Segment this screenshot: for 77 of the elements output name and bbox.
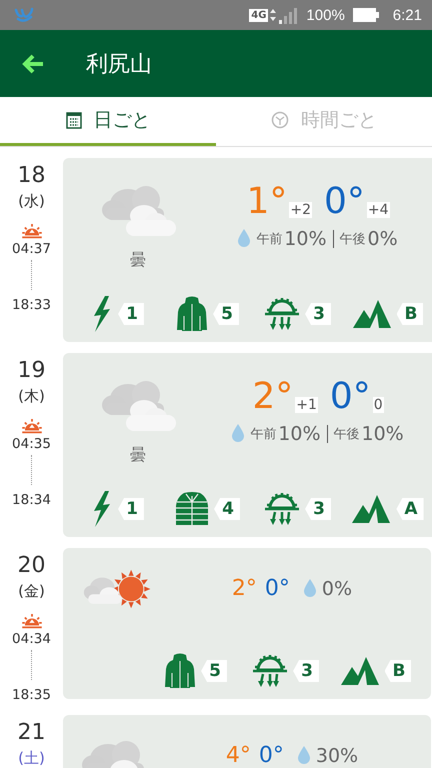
sunrise-icon [22, 419, 42, 435]
index-value: 3 [305, 303, 331, 325]
weather-label: 曇 [130, 250, 146, 271]
temperature-change: +2 [289, 202, 312, 218]
date-number: 20 [18, 552, 46, 580]
precipitation-value: 10% [278, 423, 320, 445]
index-value: B [384, 660, 412, 682]
raindrop-icon [304, 578, 316, 596]
quilted-jacket-icon [176, 492, 208, 526]
index-value: 1 [118, 303, 144, 325]
lightning-icon [92, 296, 112, 332]
high-temperature: 2° [252, 377, 294, 417]
date-number: 19 [18, 357, 46, 385]
app-icon [14, 7, 34, 23]
index-value: 5 [213, 303, 239, 325]
sunrise-time: 04:37 [12, 240, 51, 258]
page-title: 利尻山 [86, 50, 152, 78]
index-value: B [396, 303, 424, 325]
sunrise-icon [22, 224, 42, 240]
sunrise-icon [22, 614, 42, 630]
high-temperature: 4° [226, 743, 251, 768]
temperature-change: 0 [372, 397, 384, 413]
high-temperature: 1° [246, 182, 288, 222]
weekday-label: (水) [18, 191, 45, 212]
raindrop-icon [232, 424, 244, 442]
low-temperature: 0° [264, 576, 290, 602]
index-value: 5 [201, 660, 227, 682]
sunset-time: 18:35 [12, 686, 51, 704]
frost-icon [265, 492, 300, 526]
network-badge: 4G [249, 8, 268, 22]
temperature-change: +1 [295, 397, 318, 413]
raindrop-icon [298, 746, 310, 764]
back-arrow-icon [22, 54, 44, 74]
index-value: 1 [118, 498, 144, 520]
precipitation-value: 10% [362, 423, 404, 445]
period-label: 午後 [340, 231, 366, 249]
high-temperature: 2° [232, 576, 257, 602]
battery-icon [352, 8, 379, 22]
precipitation-value: 10% [284, 228, 327, 250]
sunset-time: 18:33 [12, 296, 51, 314]
low-temperature: 0° [258, 743, 284, 768]
index-value: 4 [214, 498, 240, 520]
raindrop-icon [238, 229, 250, 247]
back-button[interactable] [22, 52, 46, 74]
calendar-icon [66, 111, 82, 129]
low-temperature: 0° [330, 377, 371, 417]
sunrise-time: 04:34 [12, 630, 51, 648]
lightning-icon [92, 491, 112, 527]
clock-time: 6:21 [392, 6, 422, 24]
temperature-change: +4 [366, 202, 390, 218]
period-label: 午前 [250, 426, 276, 444]
mountains-icon [352, 495, 390, 523]
period-label: 午後 [334, 426, 360, 444]
frost-icon [253, 654, 288, 688]
mountains-icon [340, 657, 379, 685]
weather-label: 曇 [130, 445, 146, 466]
jacket-icon [165, 653, 196, 689]
date-number: 21 [18, 719, 46, 747]
precipitation-value: 30% [316, 745, 358, 767]
weekday-label: (木) [18, 386, 45, 407]
index-value: 3 [293, 660, 319, 682]
precipitation-value: 0% [368, 228, 398, 250]
date-number: 18 [18, 162, 46, 190]
frost-icon [265, 297, 300, 331]
period-label: 午前 [256, 231, 282, 249]
sunrise-time: 04:35 [12, 435, 51, 453]
jacket-icon [177, 296, 208, 332]
precipitation-value: 0% [322, 578, 352, 600]
weekday-label: (土) [18, 748, 45, 768]
low-temperature: 0° [324, 182, 365, 222]
clock-icon [271, 111, 289, 129]
weekday-label: (金) [18, 581, 45, 602]
index-value: A [396, 498, 424, 520]
mountains-icon [352, 300, 391, 328]
sunset-time: 18:34 [12, 491, 51, 509]
index-value: 3 [305, 498, 331, 520]
battery-percent: 100% [306, 6, 345, 24]
